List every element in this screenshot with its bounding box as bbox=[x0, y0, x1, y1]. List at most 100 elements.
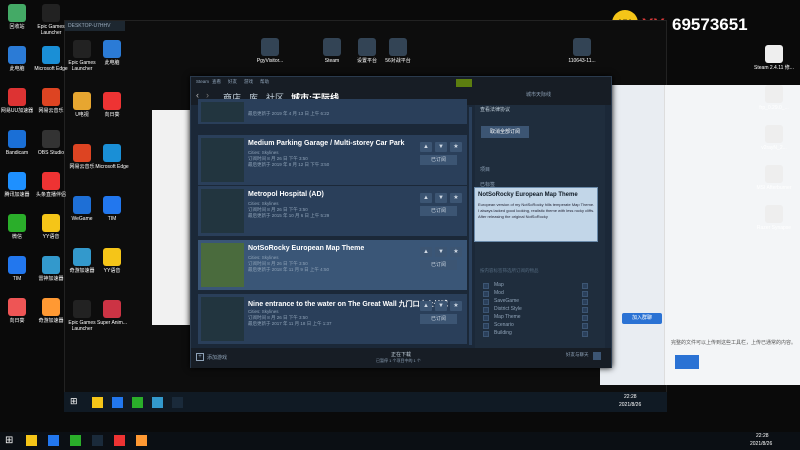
steam-menu-item[interactable]: 好友 bbox=[228, 79, 237, 85]
remote-top-shortcut[interactable]: 56对战平台 bbox=[376, 38, 420, 64]
workshop-item[interactable]: Prop Pack最后更新于 2019 年 4 月 13 日 上午 6:22 bbox=[198, 99, 467, 124]
item-title[interactable]: Metropol Hospital (AD) bbox=[248, 191, 324, 198]
workshop-item[interactable]: Nine entrance to the water on The Great … bbox=[198, 294, 467, 344]
desktop-shortcut[interactable]: Epic Games Launcher bbox=[29, 4, 73, 36]
thumbs-down-icon[interactable]: ▼ bbox=[435, 193, 447, 203]
item-title[interactable]: Medium Parking Garage / Multi-storey Car… bbox=[248, 140, 404, 147]
remote-taskbar-app-icon[interactable] bbox=[112, 397, 123, 408]
thumbs-up-icon[interactable]: ▲ bbox=[420, 247, 432, 257]
remote-top-shortcut[interactable]: 110643-11... bbox=[560, 38, 604, 64]
subscribed-button[interactable]: 已订阅 bbox=[420, 314, 457, 324]
desktop-shortcut-right[interactable]: frp_0.29.0_... bbox=[752, 85, 796, 111]
download-status[interactable]: 正在下载 bbox=[391, 351, 411, 358]
favorite-icon[interactable]: ★ bbox=[450, 193, 462, 203]
scrollbar[interactable] bbox=[469, 107, 472, 345]
filter-label[interactable]: Map Theme bbox=[494, 314, 521, 320]
filter-label[interactable]: Scenario bbox=[494, 322, 514, 328]
filter-checkbox-right[interactable] bbox=[582, 315, 588, 321]
host-taskbar-app-icon[interactable] bbox=[92, 435, 103, 446]
thumbs-up-icon[interactable]: ▲ bbox=[420, 193, 432, 203]
favorite-icon[interactable]: ★ bbox=[450, 142, 462, 152]
item-title[interactable]: Nine entrance to the water on The Great … bbox=[248, 299, 448, 309]
subscribed-button[interactable]: 已订阅 bbox=[420, 155, 457, 165]
filter-checkbox[interactable] bbox=[483, 291, 489, 297]
host-taskbar-app-icon[interactable] bbox=[26, 435, 37, 446]
item-thumbnail bbox=[201, 297, 244, 341]
filter-checkbox[interactable] bbox=[483, 307, 489, 313]
friends-chat-icon[interactable] bbox=[593, 352, 601, 360]
steam-menu-item[interactable]: Steam bbox=[196, 79, 209, 84]
shortcut-icon bbox=[42, 130, 60, 148]
filter-label[interactable]: SaveGame bbox=[494, 298, 519, 304]
desktop-shortcut-right[interactable]: v2rayN_2... bbox=[752, 125, 796, 151]
start-button[interactable]: ⊞ bbox=[70, 397, 79, 406]
remote-shortcut[interactable]: YY语音 bbox=[90, 248, 134, 274]
item-title[interactable]: NotSoRocky European Map Theme bbox=[248, 245, 364, 252]
workshop-item[interactable]: Metropol Hospital (AD) Cities: Skylines 订阅… bbox=[198, 186, 467, 236]
add-game-icon[interactable]: + bbox=[196, 353, 204, 361]
item-updated-date: 最后更新于 2019 年 8 月 12 日 下午 3:50 bbox=[248, 162, 330, 167]
desktop-shortcut[interactable]: 头条直播伴侣 bbox=[29, 172, 73, 198]
shortcut-label: frp_0.29.0_... bbox=[759, 105, 789, 111]
filter-label[interactable]: Building bbox=[494, 330, 512, 336]
host-start-button[interactable]: ⊞ bbox=[5, 435, 13, 446]
remote-shortcut[interactable]: TIM bbox=[90, 196, 134, 222]
remote-taskbar-app-icon[interactable] bbox=[172, 397, 183, 408]
remote-shortcut[interactable]: 此电脑 bbox=[90, 40, 134, 66]
filter-checkbox-right[interactable] bbox=[582, 299, 588, 305]
remote-shortcut[interactable]: Super Anim... bbox=[90, 300, 134, 326]
friends-chat-label[interactable]: 好友与聊天 bbox=[566, 352, 591, 358]
item-tooltip: NotSoRocky European Map Theme European v… bbox=[474, 187, 598, 242]
desktop-shortcut-right[interactable]: MSI Afterburner bbox=[752, 165, 796, 191]
host-taskbar-app-icon[interactable] bbox=[114, 435, 125, 446]
remote-taskbar-app-icon[interactable] bbox=[132, 397, 143, 408]
remote-taskbar-app-icon[interactable] bbox=[92, 397, 103, 408]
steam-menu-item[interactable]: 帮助 bbox=[260, 79, 269, 85]
remote-shortcut-icon bbox=[103, 92, 121, 110]
filter-checkbox[interactable] bbox=[483, 299, 489, 305]
steam-menu-item[interactable]: 游戏 bbox=[244, 79, 253, 85]
remote-top-shortcut[interactable]: PgyVisitor... bbox=[248, 38, 292, 64]
filter-label[interactable]: Mod bbox=[494, 290, 504, 296]
filter-checkbox-right[interactable] bbox=[582, 291, 588, 297]
unsubscribe-all-button[interactable]: 取消全部订阅 bbox=[481, 126, 529, 138]
remote-taskbar-app-icon[interactable] bbox=[152, 397, 163, 408]
thumbs-down-icon[interactable]: ▼ bbox=[435, 301, 447, 311]
subscribed-button[interactable]: 已订阅 bbox=[420, 260, 457, 270]
remote-shortcut[interactable]: 向日葵 bbox=[90, 92, 134, 118]
favorite-icon[interactable]: ★ bbox=[450, 247, 462, 257]
host-taskbar-app-icon[interactable] bbox=[70, 435, 81, 446]
shortcut-label: v2rayN_2... bbox=[761, 145, 787, 151]
workshop-item[interactable]: Medium Parking Garage / Multi-storey Car… bbox=[198, 135, 467, 185]
account-name[interactable]: 城市天际线 bbox=[526, 91, 551, 98]
filter-checkbox-right[interactable] bbox=[582, 283, 588, 289]
steam-menu-item[interactable]: 查看 bbox=[212, 79, 221, 85]
filter-checkbox[interactable] bbox=[483, 283, 489, 289]
thumbs-up-icon[interactable]: ▲ bbox=[420, 142, 432, 152]
filter-checkbox-right[interactable] bbox=[582, 307, 588, 313]
filter-checkbox[interactable] bbox=[483, 331, 489, 337]
tooltip-title: NotSoRocky European Map Theme bbox=[478, 192, 578, 198]
legal-link[interactable]: 查看法律协议 bbox=[480, 106, 510, 113]
thumbs-down-icon[interactable]: ▼ bbox=[435, 247, 447, 257]
filter-checkbox[interactable] bbox=[483, 315, 489, 321]
favorite-icon[interactable]: ★ bbox=[450, 301, 462, 311]
chat-join-button[interactable]: 加入群聊 bbox=[622, 313, 662, 324]
remote-shortcut[interactable]: Microsoft Edge bbox=[90, 144, 134, 170]
filter-checkbox-right[interactable] bbox=[582, 323, 588, 329]
filter-label[interactable]: District Style bbox=[494, 306, 522, 312]
remote-shortcut-label: Microsoft Edge bbox=[95, 164, 129, 170]
host-taskbar-app-icon[interactable] bbox=[136, 435, 147, 446]
filter-checkbox-right[interactable] bbox=[582, 331, 588, 337]
filter-checkbox[interactable] bbox=[483, 323, 489, 329]
desktop-shortcut-right[interactable]: Razer Synapse bbox=[752, 205, 796, 231]
add-game-label[interactable]: 添加游戏 bbox=[207, 354, 227, 361]
thumbs-down-icon[interactable]: ▼ bbox=[435, 142, 447, 152]
host-taskbar-app-icon[interactable] bbox=[48, 435, 59, 446]
filter-label[interactable]: Map bbox=[494, 282, 504, 288]
subscribed-button[interactable]: 已订阅 bbox=[420, 206, 457, 216]
workshop-item[interactable]: NotSoRocky European Map Theme Cities: Sky… bbox=[198, 240, 467, 290]
desktop-shortcut-right[interactable]: Steam 2.4.11 修... bbox=[752, 45, 796, 71]
friends-icon[interactable] bbox=[456, 79, 472, 87]
thumbs-up-icon[interactable]: ▲ bbox=[420, 301, 432, 311]
